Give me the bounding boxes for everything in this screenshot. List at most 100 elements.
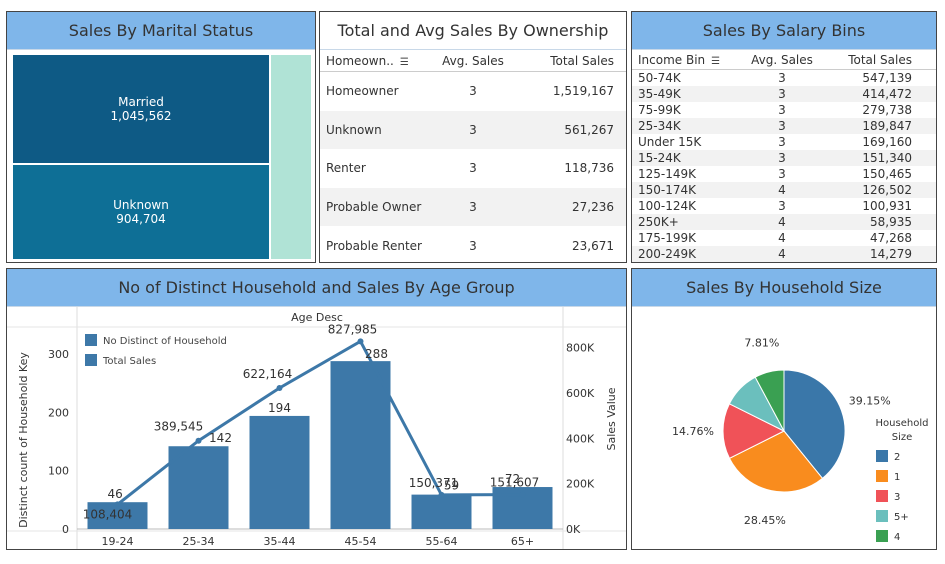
salary-cell-avg: 3 bbox=[778, 119, 786, 133]
ownership-row[interactable]: Unknown 3 561,267 bbox=[320, 110, 626, 150]
ownership-cell-owner: Unknown bbox=[326, 122, 382, 137]
pie-legend-label[interactable]: 1 bbox=[894, 472, 900, 483]
y-right-tick-label: 400K bbox=[566, 432, 595, 445]
sales-line-point[interactable] bbox=[519, 491, 526, 498]
bar-value-label: 142 bbox=[209, 431, 232, 445]
pie-legend-swatch[interactable] bbox=[876, 470, 888, 482]
household-title: Sales By Household Size bbox=[632, 269, 936, 307]
treemap-unknown[interactable]: Unknown 904,704 bbox=[13, 165, 269, 259]
salary-row[interactable]: 25-34K 3 189,847 bbox=[632, 118, 936, 134]
sales-line-point[interactable] bbox=[357, 338, 364, 345]
pie-legend-swatch[interactable] bbox=[876, 490, 888, 502]
salary-cell-total: 47,268 bbox=[870, 231, 912, 245]
salary-cell-income: 25-34K bbox=[638, 119, 681, 133]
pie-value-label: 14.76% bbox=[672, 425, 714, 438]
treemap-married-value: 1,045,562 bbox=[110, 109, 172, 123]
ownership-col-total[interactable]: Total Sales bbox=[514, 54, 614, 68]
x-tick-label: 45-54 bbox=[345, 535, 377, 548]
pie-legend-swatch[interactable] bbox=[876, 530, 888, 542]
pie-legend-label[interactable]: 5+ bbox=[894, 512, 909, 523]
salary-cell-income: 250K+ bbox=[638, 215, 679, 229]
salary-row[interactable]: 250K+ 4 58,935 bbox=[632, 214, 936, 230]
salary-cell-income: 35-49K bbox=[638, 87, 681, 101]
pie-legend-title: Household bbox=[876, 418, 929, 429]
salary-cell-avg: 4 bbox=[778, 231, 786, 245]
x-tick-label: 25-34 bbox=[183, 535, 215, 548]
ownership-cell-total: 1,519,167 bbox=[552, 84, 614, 99]
age-panel: No of Distinct Household and Sales By Ag… bbox=[6, 268, 627, 550]
sales-line-point[interactable] bbox=[438, 491, 445, 498]
legend-swatch-bars bbox=[85, 334, 97, 346]
salary-cell-avg: 3 bbox=[778, 71, 786, 85]
bar-value-label: 46 bbox=[108, 487, 123, 501]
bar-value-label: 288 bbox=[365, 347, 388, 361]
ownership-row[interactable]: Probable Owner 3 27,236 bbox=[320, 187, 626, 227]
age-bar[interactable] bbox=[330, 361, 391, 529]
y-left-tick-label: 200 bbox=[48, 406, 69, 419]
pie-legend-label[interactable]: 3 bbox=[894, 492, 900, 503]
bar-value-label: 194 bbox=[268, 401, 291, 415]
salary-cell-income: 75-99K bbox=[638, 103, 681, 117]
sort-icon[interactable]: ☰ bbox=[400, 57, 409, 68]
salary-cell-income: 100-124K bbox=[638, 199, 697, 213]
pie-legend-label[interactable]: 4 bbox=[894, 532, 900, 543]
salary-cell-income: 15-24K bbox=[638, 151, 681, 165]
ownership-table-header: Homeown.. ☰ Avg. Sales Total Sales bbox=[320, 50, 626, 72]
salary-cell-avg: 4 bbox=[778, 215, 786, 229]
treemap-married-label: Married bbox=[118, 95, 164, 109]
salary-row[interactable]: 175-199K 4 47,268 bbox=[632, 230, 936, 246]
salary-row[interactable]: 50-74K 3 547,139 bbox=[632, 70, 936, 86]
ownership-cell-owner: Renter bbox=[326, 161, 366, 176]
sales-line-point[interactable] bbox=[195, 437, 202, 444]
salary-row[interactable]: 75-99K 3 279,738 bbox=[632, 102, 936, 118]
salary-row[interactable]: 150-174K 4 126,502 bbox=[632, 182, 936, 198]
ownership-cell-owner: Probable Renter bbox=[326, 238, 422, 253]
x-tick-label: 19-24 bbox=[102, 535, 134, 548]
salary-cell-income: 200-249K bbox=[638, 247, 697, 261]
salary-cell-total: 58,935 bbox=[870, 215, 912, 229]
salary-row[interactable]: 15-24K 3 151,340 bbox=[632, 150, 936, 166]
ownership-cell-total: 118,736 bbox=[564, 161, 614, 176]
ownership-col-avg[interactable]: Avg. Sales bbox=[432, 54, 514, 68]
sales-line-point[interactable] bbox=[276, 384, 283, 391]
salary-cell-avg: 3 bbox=[778, 103, 786, 117]
marital-status-panel: Sales By Marital Status Married 1,045,56… bbox=[6, 11, 316, 263]
ownership-cell-avg: 3 bbox=[469, 200, 477, 215]
salary-cell-avg: 4 bbox=[778, 247, 786, 261]
salary-cell-income: 125-149K bbox=[638, 167, 697, 181]
salary-cell-total: 14,279 bbox=[870, 247, 912, 261]
salary-cell-total: 414,472 bbox=[862, 87, 912, 101]
pie-legend-swatch[interactable] bbox=[876, 510, 888, 522]
ownership-cell-total: 27,236 bbox=[572, 200, 614, 215]
pie-legend-title-2: Size bbox=[892, 432, 913, 443]
ownership-row[interactable]: Renter 3 118,736 bbox=[320, 149, 626, 188]
line-value-label: 150,371 bbox=[409, 476, 459, 490]
salary-row[interactable]: 200-249K 4 14,279 bbox=[632, 246, 936, 262]
ownership-cell-total: 23,671 bbox=[572, 238, 614, 253]
salary-cell-total: 547,139 bbox=[862, 71, 912, 85]
salary-col-income[interactable]: Income Bin ☰ bbox=[632, 53, 742, 67]
salary-cell-total: 189,847 bbox=[862, 119, 912, 133]
ownership-row[interactable]: Probable Renter 3 23,671 bbox=[320, 226, 626, 262]
pie-legend-label[interactable]: 2 bbox=[894, 452, 900, 463]
sort-icon[interactable]: ☰ bbox=[711, 56, 720, 67]
salary-cell-total: 126,502 bbox=[862, 183, 912, 197]
x-tick-label: 35-44 bbox=[264, 535, 296, 548]
salary-row[interactable]: Under 15K 3 169,160 bbox=[632, 134, 936, 150]
salary-col-avg[interactable]: Avg. Sales bbox=[742, 53, 822, 67]
salary-col-total[interactable]: Total Sales bbox=[822, 53, 912, 67]
ownership-col-owner[interactable]: Homeown.. ☰ bbox=[320, 54, 432, 68]
y-left-tick-label: 0 bbox=[62, 523, 69, 536]
age-bar[interactable] bbox=[411, 494, 472, 529]
pie-legend-swatch[interactable] bbox=[876, 450, 888, 462]
salary-row[interactable]: 35-49K 3 414,472 bbox=[632, 86, 936, 102]
treemap-other[interactable] bbox=[271, 55, 311, 259]
salary-cell-avg: 4 bbox=[778, 183, 786, 197]
salary-row[interactable]: 100-124K 3 100,931 bbox=[632, 198, 936, 214]
treemap-married[interactable]: Married 1,045,562 bbox=[13, 55, 269, 163]
age-bar[interactable] bbox=[249, 415, 310, 529]
ownership-row[interactable]: Homeowner 3 1,519,167 bbox=[320, 72, 626, 111]
salary-row[interactable]: 125-149K 3 150,465 bbox=[632, 166, 936, 182]
salary-cell-income: 50-74K bbox=[638, 71, 681, 85]
pie-value-label: 28.45% bbox=[744, 514, 786, 527]
